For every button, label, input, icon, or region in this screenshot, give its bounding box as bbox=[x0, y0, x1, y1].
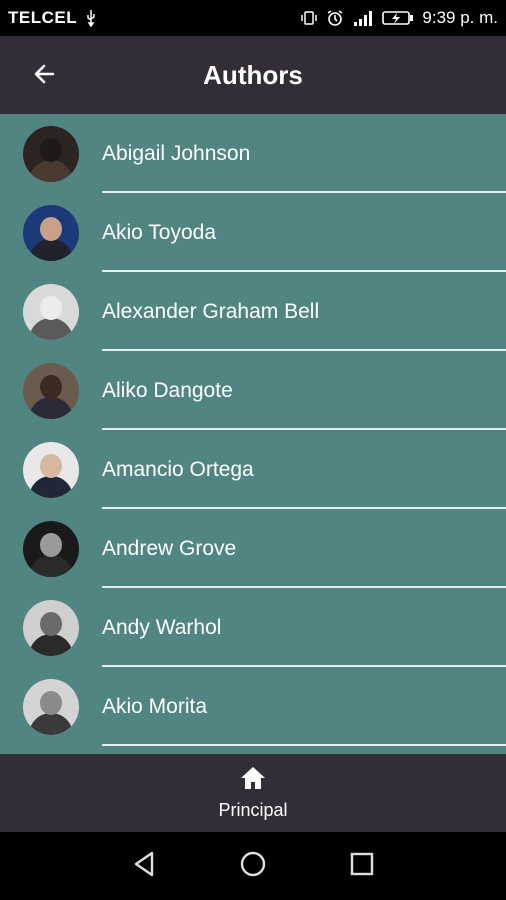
author-name: Andrew Grove bbox=[102, 536, 237, 560]
carrier-label: TELCEL bbox=[8, 8, 78, 27]
home-icon bbox=[239, 765, 267, 796]
avatar bbox=[23, 520, 79, 577]
author-name: Abigail Johnson bbox=[102, 141, 251, 165]
list-item[interactable]: Aliko Dangote bbox=[0, 351, 506, 430]
avatar bbox=[23, 678, 79, 735]
avatar bbox=[23, 204, 79, 261]
author-name: Alexander Graham Bell bbox=[102, 299, 320, 323]
author-name: Andy Warhol bbox=[102, 615, 222, 639]
page-title: Authors bbox=[203, 59, 303, 90]
signal-icon bbox=[352, 9, 374, 27]
avatar bbox=[23, 125, 79, 182]
avatar bbox=[23, 599, 79, 656]
nav-item-principal[interactable]: Principal bbox=[218, 765, 288, 821]
list-item[interactable]: Andrew Grove bbox=[0, 509, 506, 588]
divider bbox=[102, 744, 506, 746]
system-nav-bar bbox=[0, 832, 506, 900]
app-bar: Authors bbox=[0, 36, 506, 114]
clock: 9:39 p. m. bbox=[422, 8, 498, 27]
avatar bbox=[23, 283, 79, 340]
list-item[interactable]: Akio Morita bbox=[0, 667, 506, 746]
recents-square-icon bbox=[349, 851, 375, 882]
back-button[interactable] bbox=[24, 56, 64, 96]
list-item[interactable]: Andy Warhol bbox=[0, 588, 506, 667]
list-item[interactable]: Amancio Ortega bbox=[0, 430, 506, 509]
home-circle-icon bbox=[239, 850, 267, 883]
alarm-icon bbox=[326, 9, 344, 27]
nav-item-label: Principal bbox=[218, 800, 288, 820]
back-triangle-icon bbox=[132, 851, 156, 882]
vibrate-icon bbox=[300, 9, 318, 27]
system-home-button[interactable] bbox=[233, 846, 273, 886]
system-back-button[interactable] bbox=[124, 846, 164, 886]
avatar bbox=[23, 362, 79, 419]
author-name: Aliko Dangote bbox=[102, 378, 233, 402]
usb-icon bbox=[85, 9, 97, 27]
arrow-back-icon bbox=[32, 62, 56, 91]
authors-list[interactable]: Abigail Johnson Akio Toyoda Alexander Grah… bbox=[0, 114, 506, 754]
battery-charging-icon bbox=[382, 9, 414, 27]
bottom-nav: Principal bbox=[0, 754, 506, 832]
author-name: Amancio Ortega bbox=[102, 457, 254, 481]
system-recents-button[interactable] bbox=[342, 846, 382, 886]
avatar bbox=[23, 441, 79, 498]
status-bar: TELCEL 9:39 p. m. bbox=[0, 0, 506, 36]
list-item[interactable]: Abigail Johnson bbox=[0, 114, 506, 193]
list-item[interactable]: Alexander Graham Bell bbox=[0, 272, 506, 351]
author-name: Akio Toyoda bbox=[102, 220, 217, 244]
list-item[interactable]: Akio Toyoda bbox=[0, 193, 506, 272]
author-name: Akio Morita bbox=[102, 694, 208, 718]
